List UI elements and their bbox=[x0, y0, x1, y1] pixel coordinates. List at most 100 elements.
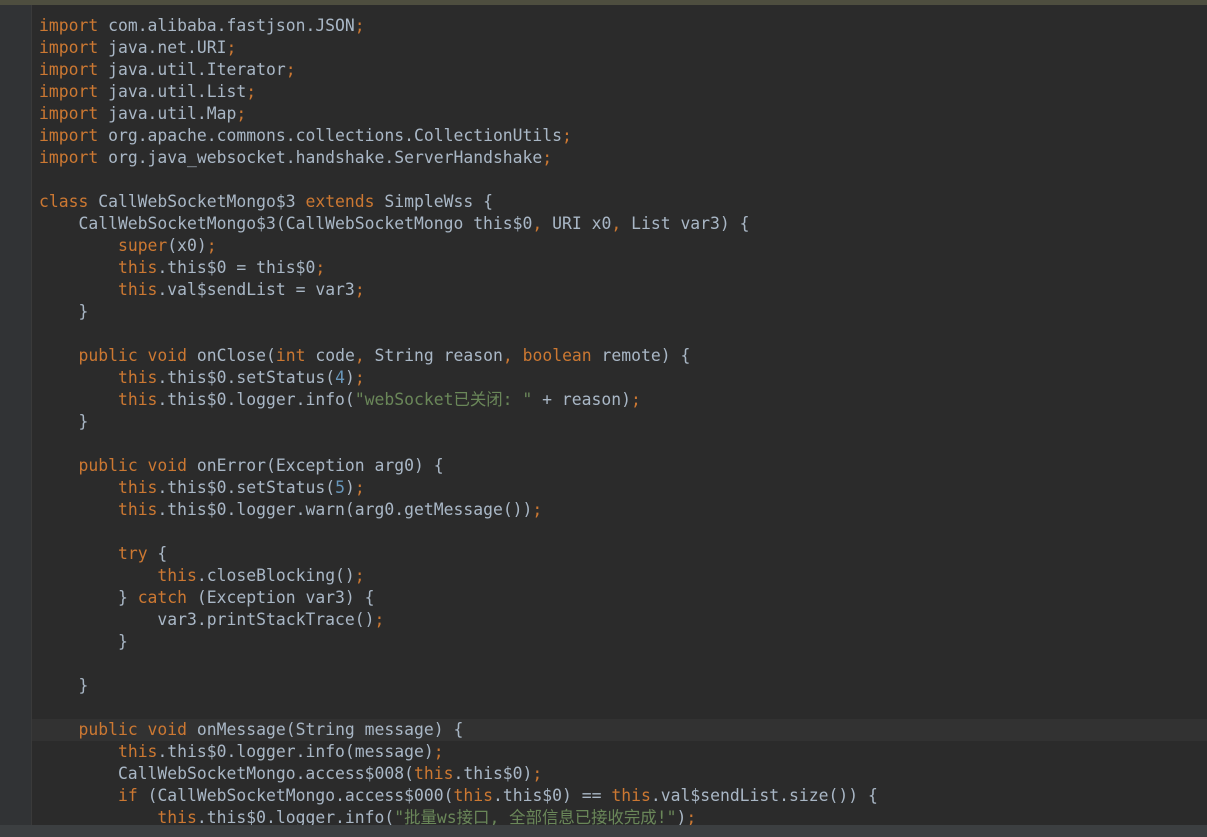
code-token-kw: public void bbox=[78, 456, 188, 475]
code-line-current[interactable]: public void onMessage(String message) { bbox=[32, 719, 1207, 741]
code-token-plain: code bbox=[305, 346, 355, 365]
code-token-str: "webSocket已关闭: " bbox=[354, 390, 533, 409]
code-line[interactable] bbox=[32, 697, 1207, 719]
code-line[interactable]: this.this$0.logger.info("webSocket已关闭: "… bbox=[32, 389, 1207, 411]
code-token-kw: import bbox=[39, 126, 99, 145]
code-token-plain: org.apache.commons.collections.Collectio… bbox=[98, 126, 563, 145]
code-token-plain: org.java_websocket.handshake.ServerHands… bbox=[98, 148, 543, 167]
code-token-plain: .this$0.setStatus( bbox=[157, 368, 336, 387]
code-token-kw: try bbox=[117, 544, 148, 563]
code-line[interactable]: public void onClose(int code, String rea… bbox=[32, 345, 1207, 367]
code-line[interactable]: } bbox=[32, 675, 1207, 697]
code-line[interactable]: class CallWebSocketMongo$3 extends Simpl… bbox=[32, 191, 1207, 213]
code-token-semi: ; bbox=[354, 368, 365, 387]
code-token-kw: this bbox=[117, 258, 158, 277]
code-token-plain: var3.printStackTrace() bbox=[39, 610, 375, 629]
code-line[interactable] bbox=[32, 323, 1207, 345]
code-line[interactable]: import java.net.URI; bbox=[32, 37, 1207, 59]
code-line[interactable]: var3.printStackTrace(); bbox=[32, 609, 1207, 631]
code-token-semi: ; bbox=[354, 280, 365, 299]
code-token-plain: URI x0 bbox=[542, 214, 612, 233]
code-token-semi: ; bbox=[315, 258, 326, 277]
code-token-plain: onClose( bbox=[187, 346, 276, 365]
code-token-semi: , bbox=[532, 214, 543, 233]
code-token-kw: super bbox=[117, 236, 168, 255]
code-token-num: 5 bbox=[335, 478, 345, 497]
code-token-plain: .this$0) == bbox=[492, 786, 612, 805]
code-line[interactable]: CallWebSocketMongo$3(CallWebSocketMongo … bbox=[32, 213, 1207, 235]
code-token-semi: , bbox=[354, 346, 365, 365]
code-line[interactable]: CallWebSocketMongo.access$008(this.this$… bbox=[32, 763, 1207, 785]
code-token-plain: CallWebSocketMongo$3 bbox=[88, 192, 306, 211]
code-token-plain: ) bbox=[344, 368, 355, 387]
code-line[interactable]: this.closeBlocking(); bbox=[32, 565, 1207, 587]
code-line[interactable]: this.this$0.setStatus(5); bbox=[32, 477, 1207, 499]
code-line[interactable]: } catch (Exception var3) { bbox=[32, 587, 1207, 609]
code-token-kw: this bbox=[453, 786, 493, 805]
code-token-kw: import bbox=[39, 16, 99, 35]
code-line[interactable]: import org.java_websocket.handshake.Serv… bbox=[32, 147, 1207, 169]
code-token-kw: import bbox=[39, 38, 99, 57]
code-line[interactable]: try { bbox=[32, 543, 1207, 565]
code-line[interactable] bbox=[32, 433, 1207, 455]
code-token-semi: ; bbox=[630, 390, 641, 409]
code-line[interactable]: this.this$0 = this$0; bbox=[32, 257, 1207, 279]
code-line[interactable]: this.val$sendList = var3; bbox=[32, 279, 1207, 301]
code-line[interactable] bbox=[32, 521, 1207, 543]
code-token-semi: ; bbox=[236, 104, 247, 123]
code-token-kw: class bbox=[39, 192, 89, 211]
code-line[interactable]: import org.apache.commons.collections.Co… bbox=[32, 125, 1207, 147]
code-token-semi: ; bbox=[226, 38, 237, 57]
code-token-plain: CallWebSocketMongo.access$008( bbox=[39, 764, 414, 783]
code-line[interactable]: import java.util.List; bbox=[32, 81, 1207, 103]
code-token-kw: import bbox=[39, 60, 99, 79]
code-token-kw: extends bbox=[305, 192, 375, 211]
code-token-plain: java.util.Iterator bbox=[98, 60, 286, 79]
code-token-plain: .this$0.setStatus( bbox=[157, 478, 336, 497]
code-line[interactable]: } bbox=[32, 631, 1207, 653]
code-token-num: 4 bbox=[335, 368, 345, 387]
code-token-semi: ; bbox=[285, 60, 296, 79]
code-token-plain: .val$sendList = var3 bbox=[157, 280, 355, 299]
code-token-kw: if bbox=[117, 786, 138, 805]
code-line[interactable]: } bbox=[32, 411, 1207, 433]
code-line[interactable]: import com.alibaba.fastjson.JSON; bbox=[32, 15, 1207, 37]
code-line[interactable]: } bbox=[32, 301, 1207, 323]
code-line[interactable]: import java.util.Map; bbox=[32, 103, 1207, 125]
code-token-semi: ; bbox=[532, 764, 543, 783]
code-token-plain: } bbox=[39, 632, 128, 651]
code-line[interactable]: this.this$0.setStatus(4); bbox=[32, 367, 1207, 389]
code-token-kw: this bbox=[117, 280, 158, 299]
code-token-plain: String reason bbox=[364, 346, 503, 365]
horizontal-scrollbar[interactable] bbox=[0, 825, 1207, 837]
code-token-semi: ; bbox=[542, 148, 553, 167]
code-token-kw: int bbox=[275, 346, 306, 365]
code-token-kw: this bbox=[117, 478, 158, 497]
code-line[interactable]: public void onError(Exception arg0) { bbox=[32, 455, 1207, 477]
code-token-plain: } bbox=[39, 588, 138, 607]
code-token-plain: onError(Exception arg0) { bbox=[187, 456, 444, 475]
code-line[interactable] bbox=[32, 169, 1207, 191]
code-line[interactable]: import java.util.Iterator; bbox=[32, 59, 1207, 81]
code-token-plain: CallWebSocketMongo$3(CallWebSocketMongo … bbox=[39, 214, 533, 233]
code-editor[interactable]: import com.alibaba.fastjson.JSON; import … bbox=[32, 15, 1207, 837]
code-line[interactable]: this.this$0.logger.warn(arg0.getMessage(… bbox=[32, 499, 1207, 521]
code-line[interactable]: this.this$0.logger.info(message); bbox=[32, 741, 1207, 763]
code-token-plain: .this$0.logger.info(message) bbox=[157, 742, 434, 761]
code-token-plain: List var3) { bbox=[621, 214, 750, 233]
code-token-plain: .this$0.logger.warn(arg0.getMessage()) bbox=[157, 500, 533, 519]
code-token-semi: ; bbox=[354, 16, 365, 35]
code-line[interactable]: super(x0); bbox=[32, 235, 1207, 257]
code-token-semi: , bbox=[502, 346, 513, 365]
code-line[interactable]: if (CallWebSocketMongo.access$000(this.t… bbox=[32, 785, 1207, 807]
code-token-plain: remote) { bbox=[591, 346, 691, 365]
code-token-plain: com.alibaba.fastjson.JSON bbox=[98, 16, 355, 35]
code-line[interactable] bbox=[32, 653, 1207, 675]
code-token-kw: import bbox=[39, 104, 99, 123]
code-token-plain: java.util.Map bbox=[98, 104, 237, 123]
